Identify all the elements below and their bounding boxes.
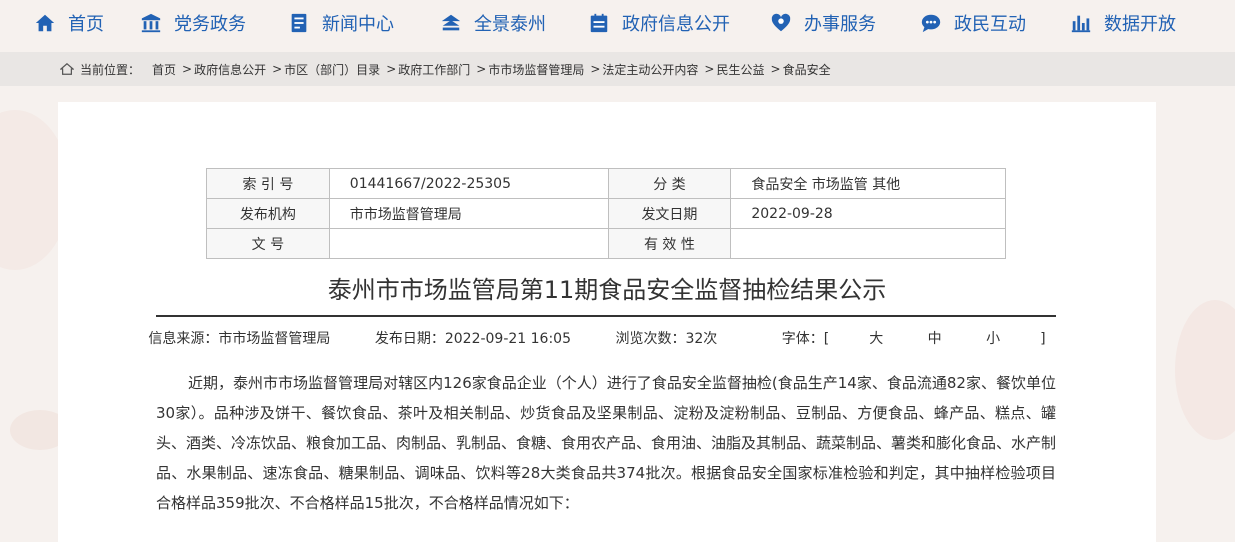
validity-label: 有 效 性 (607, 228, 732, 259)
news-icon (288, 12, 310, 34)
table-row: 索 引 号 01441667/2022-25305 分 类 食品安全 市场监管 … (206, 168, 1006, 199)
docno-label: 文 号 (206, 228, 330, 259)
nav-item-label: 党务政务 (174, 14, 246, 35)
nav-item-gov-info[interactable]: 政府信息公开 (588, 0, 730, 46)
calendar-icon (588, 12, 610, 34)
nav-item-interaction[interactable]: 政民互动 (920, 0, 1026, 46)
nav-item-services[interactable]: 办事服务 (770, 0, 876, 46)
date-value: 2022-09-28 (730, 198, 1006, 229)
breadcrumb-separator: > (590, 62, 601, 76)
breadcrumb-separator: > (272, 62, 283, 76)
validity-value (730, 228, 1006, 259)
service-icon (770, 12, 792, 34)
top-navigation: 首页 党务政务 新闻中心 全景泰州 政府信息公开 办事服务 政民互动 数据开放 (0, 0, 1235, 46)
info-source: 信息来源：市市场监督管理局 (148, 331, 331, 347)
nav-item-label: 政府信息公开 (622, 14, 730, 35)
category-label: 分 类 (607, 168, 732, 199)
font-small-button[interactable]: 小 (986, 331, 1000, 347)
nav-item-label: 全景泰州 (474, 14, 546, 35)
breadcrumb-link[interactable]: 市市场监督管理局 (488, 61, 584, 78)
breadcrumb-link[interactable]: 民生公益 (716, 61, 764, 78)
chat-icon (920, 12, 942, 34)
breadcrumb-separator: > (704, 62, 715, 76)
breadcrumb-link[interactable]: 食品安全 (783, 61, 831, 78)
font-large-button[interactable]: 大 (869, 331, 883, 347)
nav-item-label: 办事服务 (804, 14, 876, 35)
category-value: 食品安全 市场监管 其他 (730, 168, 1006, 199)
background-decoration (1175, 300, 1235, 440)
breadcrumb-link[interactable]: 政府信息公开 (194, 61, 266, 78)
nav-item-party-affairs[interactable]: 党务政务 (140, 0, 246, 46)
article-body: 近期，泰州市市场监督管理局对辖区内126家食品企业（个人）进行了食品安全监督抽检… (156, 374, 1057, 512)
breadcrumb-separator: > (386, 62, 397, 76)
publisher-value: 市市场监督管理局 (328, 198, 609, 229)
nav-item-news[interactable]: 新闻中心 (288, 0, 394, 46)
building-icon (140, 12, 162, 34)
publisher-label: 发布机构 (206, 198, 330, 229)
breadcrumb: 当前位置： 首页 > 政府信息公开 > 市区（部门）目录 > 政府工作部门 > 市市场监… (60, 52, 831, 86)
breadcrumb-link[interactable]: 法定主动公开内容 (602, 61, 698, 78)
breadcrumb-prefix: 当前位置： (80, 62, 141, 77)
article-card: 索 引 号 01441667/2022-25305 分 类 食品安全 市场监管 … (58, 102, 1156, 542)
breadcrumb-link[interactable]: 首页 (152, 61, 176, 78)
breadcrumb-link[interactable]: 政府工作部门 (398, 61, 470, 78)
date-label: 发文日期 (607, 198, 732, 229)
nav-item-label: 数据开放 (1104, 14, 1176, 35)
article-title: 泰州市市场监管局第11期食品安全监督抽检结果公示 (327, 276, 887, 304)
info-views: 浏览次数：32次 (615, 331, 718, 347)
table-row: 文 号 有 效 性 (206, 228, 1006, 259)
nav-item-panorama[interactable]: 全景泰州 (440, 0, 546, 46)
table-row: 发布机构 市市场监督管理局 发文日期 2022-09-28 (206, 198, 1006, 229)
location-home-icon (60, 62, 74, 75)
breadcrumb-separator: > (770, 62, 781, 76)
index-label: 索 引 号 (206, 168, 330, 199)
nav-item-home[interactable]: 首页 (34, 0, 104, 46)
font-size-end: ] (1040, 331, 1046, 347)
breadcrumb-link[interactable]: 市区（部门）目录 (284, 61, 380, 78)
article-info-line: 信息来源：市市场监督管理局 发布日期：2022-09-21 16:05 浏览次数… (58, 328, 1156, 348)
title-divider (156, 315, 1056, 317)
breadcrumb-separator: > (476, 62, 487, 76)
font-medium-button[interactable]: 中 (928, 331, 942, 347)
nav-item-label: 首页 (68, 14, 104, 35)
nav-item-open-data[interactable]: 数据开放 (1070, 0, 1176, 46)
home-icon (34, 12, 56, 34)
metadata-table: 索 引 号 01441667/2022-25305 分 类 食品安全 市场监管 … (206, 168, 1006, 259)
breadcrumb-separator: > (182, 62, 193, 76)
font-size-control: 字体：[ 大 中 小] (762, 331, 1066, 347)
font-size-label: 字体：[ (781, 331, 830, 347)
docno-value (328, 228, 609, 259)
panorama-icon (440, 12, 462, 34)
nav-item-label: 新闻中心 (322, 14, 394, 35)
nav-item-label: 政民互动 (954, 14, 1026, 35)
index-value: 01441667/2022-25305 (328, 168, 609, 199)
bar-chart-icon (1070, 12, 1092, 34)
info-pubdate: 发布日期：2022-09-21 16:05 (374, 331, 572, 347)
breadcrumb-bar: 当前位置： 首页 > 政府信息公开 > 市区（部门）目录 > 政府工作部门 > 市市场监… (0, 52, 1235, 86)
